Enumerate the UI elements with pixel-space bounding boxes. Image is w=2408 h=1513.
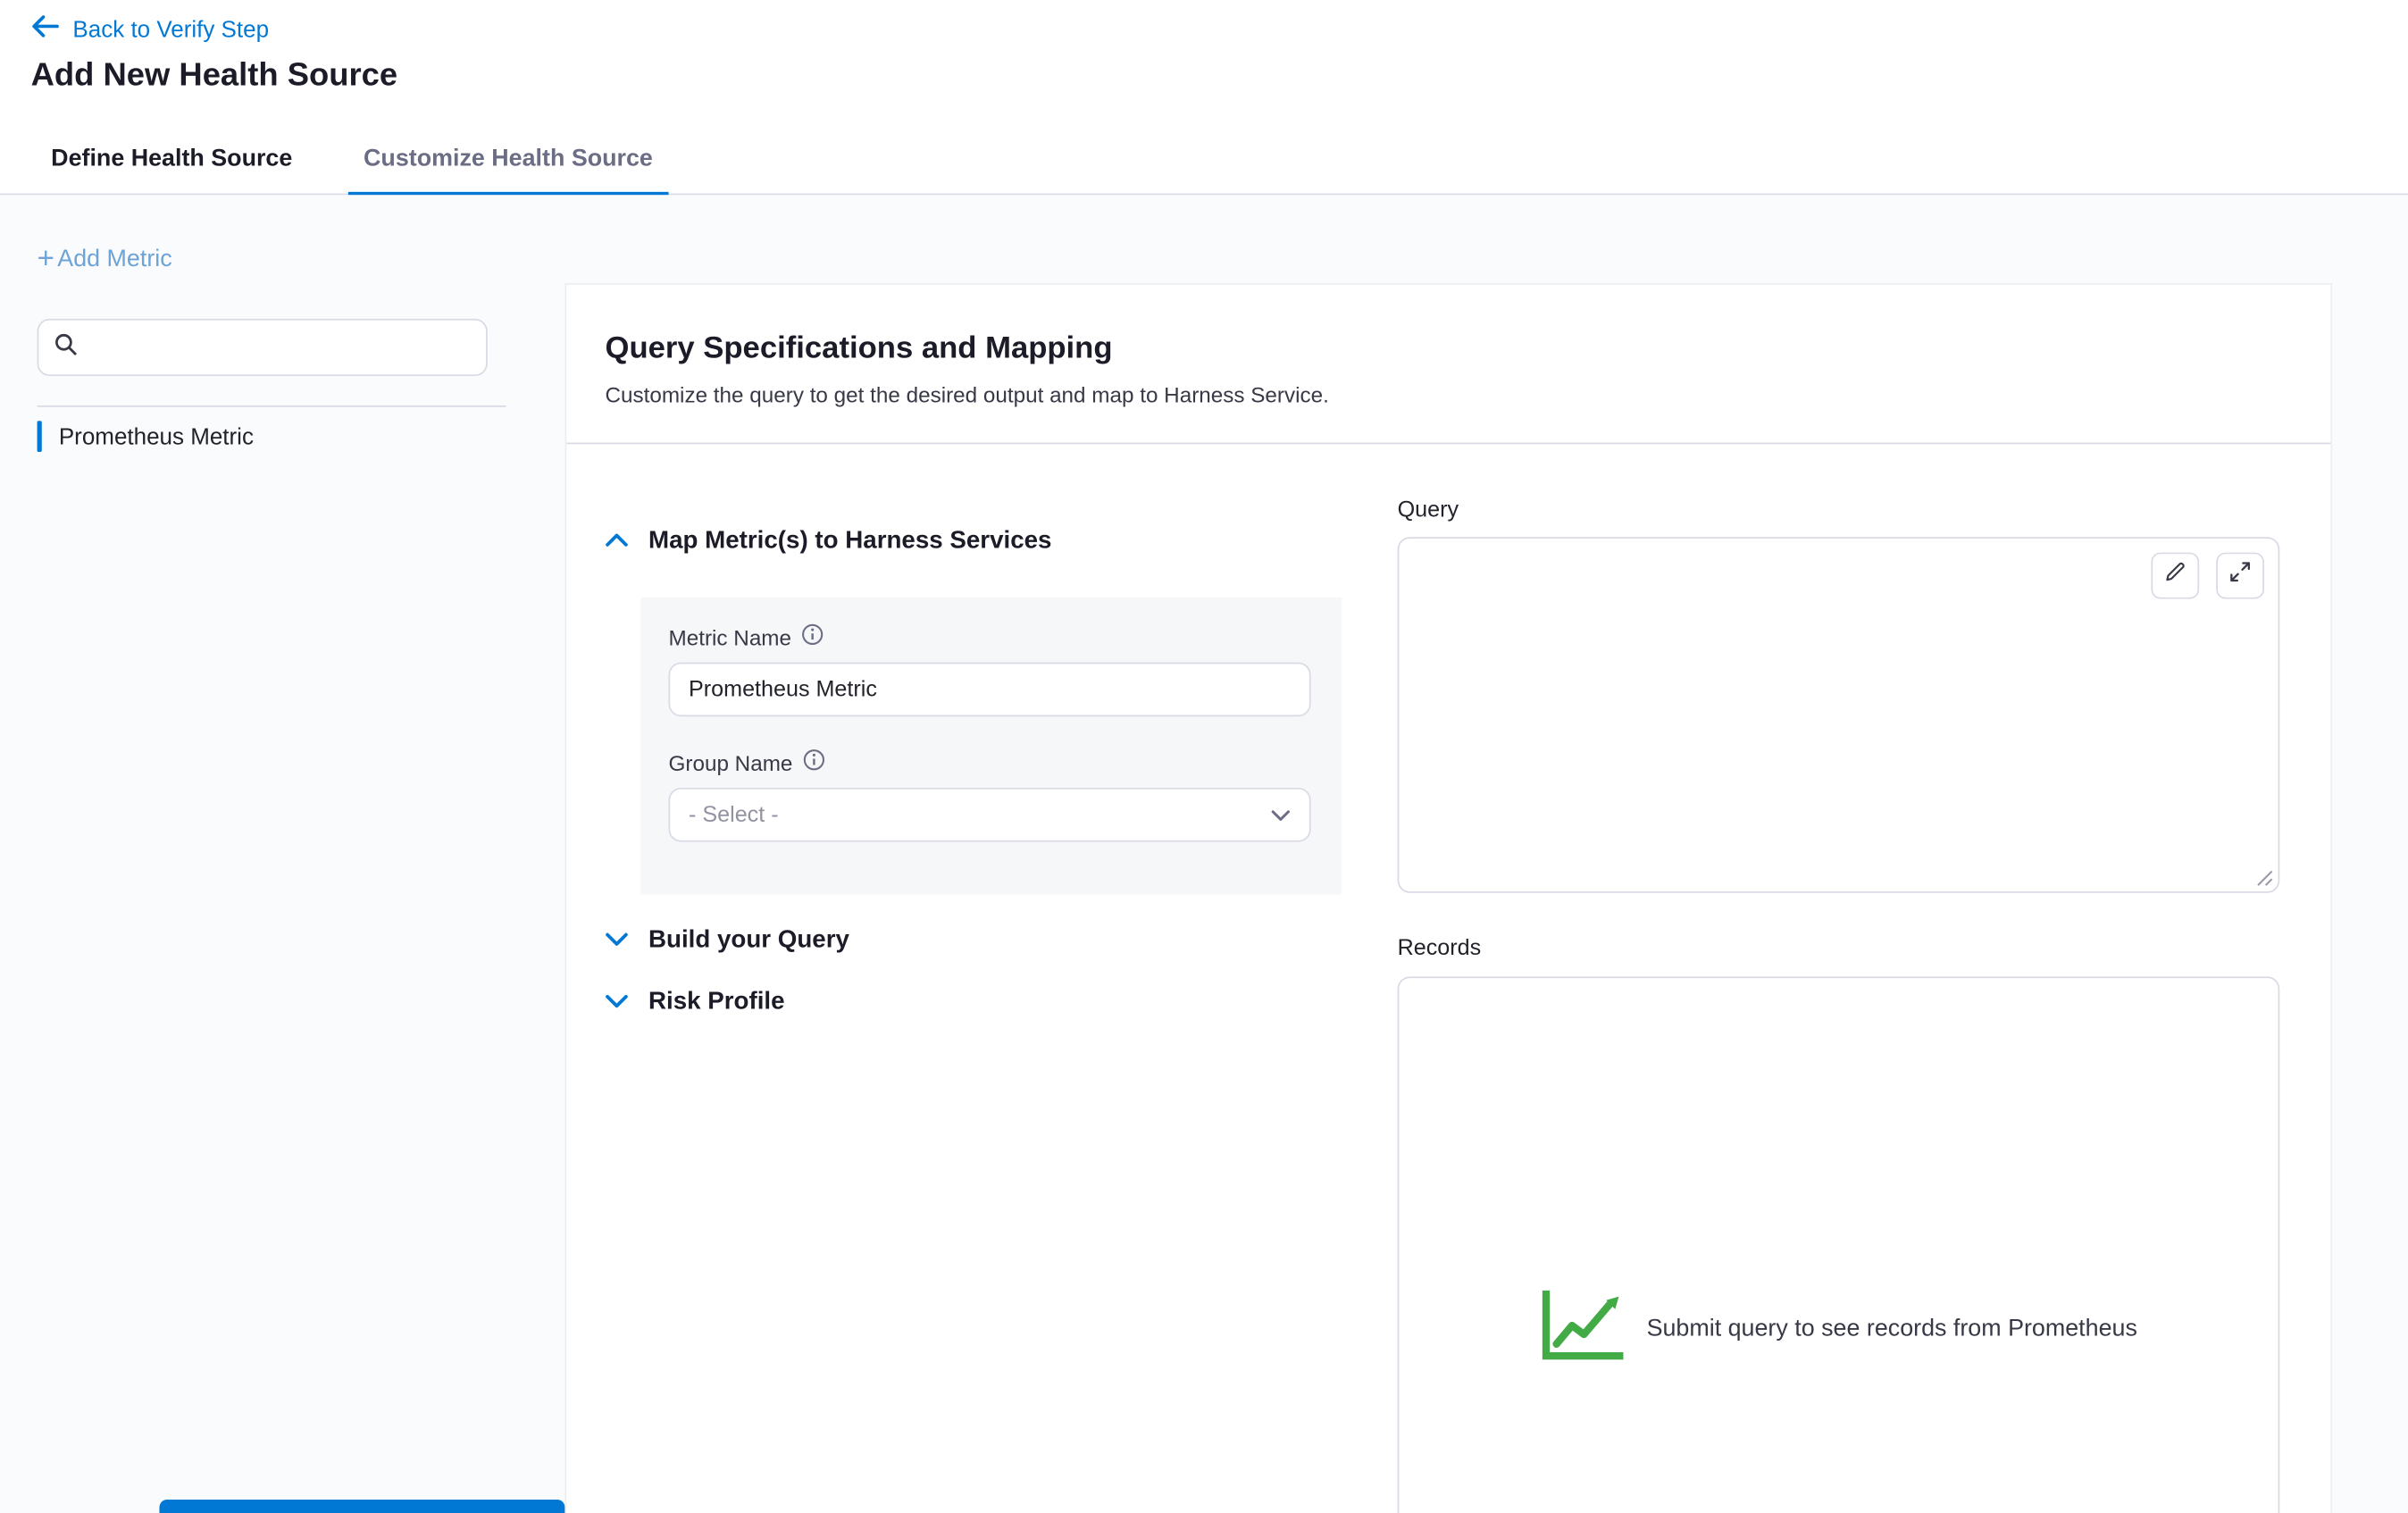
edit-query-button[interactable]	[2151, 553, 2199, 599]
query-textarea[interactable]	[1398, 537, 2280, 893]
records-panel: Submit query to see records from Prometh…	[1398, 976, 2280, 1513]
fullscreen-icon	[2228, 560, 2252, 591]
chevron-down-icon	[1271, 802, 1292, 827]
accordion-label: Risk Profile	[648, 989, 785, 1016]
plus-icon: +	[38, 245, 54, 274]
metric-name-field-label: Metric Name	[669, 623, 1315, 649]
card-divider	[566, 443, 2330, 445]
tab-label: Customize Health Source	[364, 145, 653, 172]
records-empty-state: Submit query to see records from Prometh…	[1399, 1288, 2278, 1370]
tab-define-health-source[interactable]: Define Health Source	[51, 124, 292, 194]
add-metric-button[interactable]: + Add Metric	[38, 245, 172, 274]
page-title: Add New Health Source	[31, 57, 397, 95]
page-header: Back to Verify Step Add New Health Sourc…	[0, 0, 2408, 124]
info-icon	[804, 749, 825, 775]
field-label-text: Group Name	[669, 749, 793, 774]
field-label-text: Metric Name	[669, 624, 792, 649]
accordion-map-metrics[interactable]: Map Metric(s) to Harness Services	[605, 528, 1051, 556]
metric-search-box[interactable]	[38, 319, 488, 376]
metric-search-input[interactable]	[89, 335, 470, 360]
selected-indicator-bar	[38, 421, 42, 452]
sidebar-divider	[38, 405, 506, 407]
group-name-field-label: Group Name	[669, 749, 1315, 775]
arrow-left-icon	[31, 14, 59, 46]
metric-name-input[interactable]	[669, 663, 1311, 717]
content-area: + Add Metric Prometheus Metric Query Spe…	[0, 195, 2408, 1513]
chevron-up-icon	[605, 528, 628, 556]
tab-customize-health-source[interactable]: Customize Health Source	[364, 124, 653, 194]
resize-handle[interactable]	[2256, 870, 2273, 887]
records-empty-text: Submit query to see records from Prometh…	[1647, 1315, 2137, 1342]
back-to-verify-step-link[interactable]: Back to Verify Step	[31, 14, 269, 46]
accordion-build-your-query[interactable]: Build your Query	[605, 927, 849, 955]
card-title: Query Specifications and Mapping	[605, 331, 1112, 367]
card-subtitle: Customize the query to get the desired o…	[605, 382, 1328, 407]
metric-item-label: Prometheus Metric	[59, 423, 254, 449]
pencil-icon	[2163, 560, 2186, 591]
query-specifications-card: Query Specifications and Mapping Customi…	[564, 283, 2332, 1513]
accordion-label: Build your Query	[648, 927, 849, 955]
add-metric-label: Add Metric	[57, 246, 171, 273]
sidebar-item-prometheus-metric[interactable]: Prometheus Metric	[38, 414, 254, 458]
search-icon	[54, 332, 78, 364]
info-icon	[802, 623, 824, 649]
chevron-down-icon	[605, 989, 628, 1016]
expand-query-button[interactable]	[2216, 553, 2264, 599]
screenshot-viewport: Back to Verify Step Add New Health Sourc…	[0, 0, 2408, 1513]
add-health-source-page: Back to Verify Step Add New Health Sourc…	[0, 0, 2408, 1513]
metric-mapping-form: Metric Name Group Name - Select -	[640, 598, 1342, 895]
group-name-select[interactable]: - Select -	[669, 788, 1311, 842]
chevron-down-icon	[605, 927, 628, 955]
accordion-label: Map Metric(s) to Harness Services	[648, 528, 1051, 556]
wizard-tabbar: Define Health Source Customize Health So…	[0, 124, 2408, 196]
select-placeholder: - Select -	[689, 802, 779, 827]
back-link-label: Back to Verify Step	[72, 16, 269, 42]
query-actions	[2151, 553, 2263, 599]
line-chart-icon	[1540, 1288, 1626, 1370]
tab-label: Define Health Source	[51, 145, 292, 172]
query-label: Query	[1398, 498, 1459, 523]
accordion-risk-profile[interactable]: Risk Profile	[605, 989, 784, 1016]
records-label: Records	[1398, 936, 1482, 961]
bottom-accent-bar	[159, 1500, 564, 1513]
